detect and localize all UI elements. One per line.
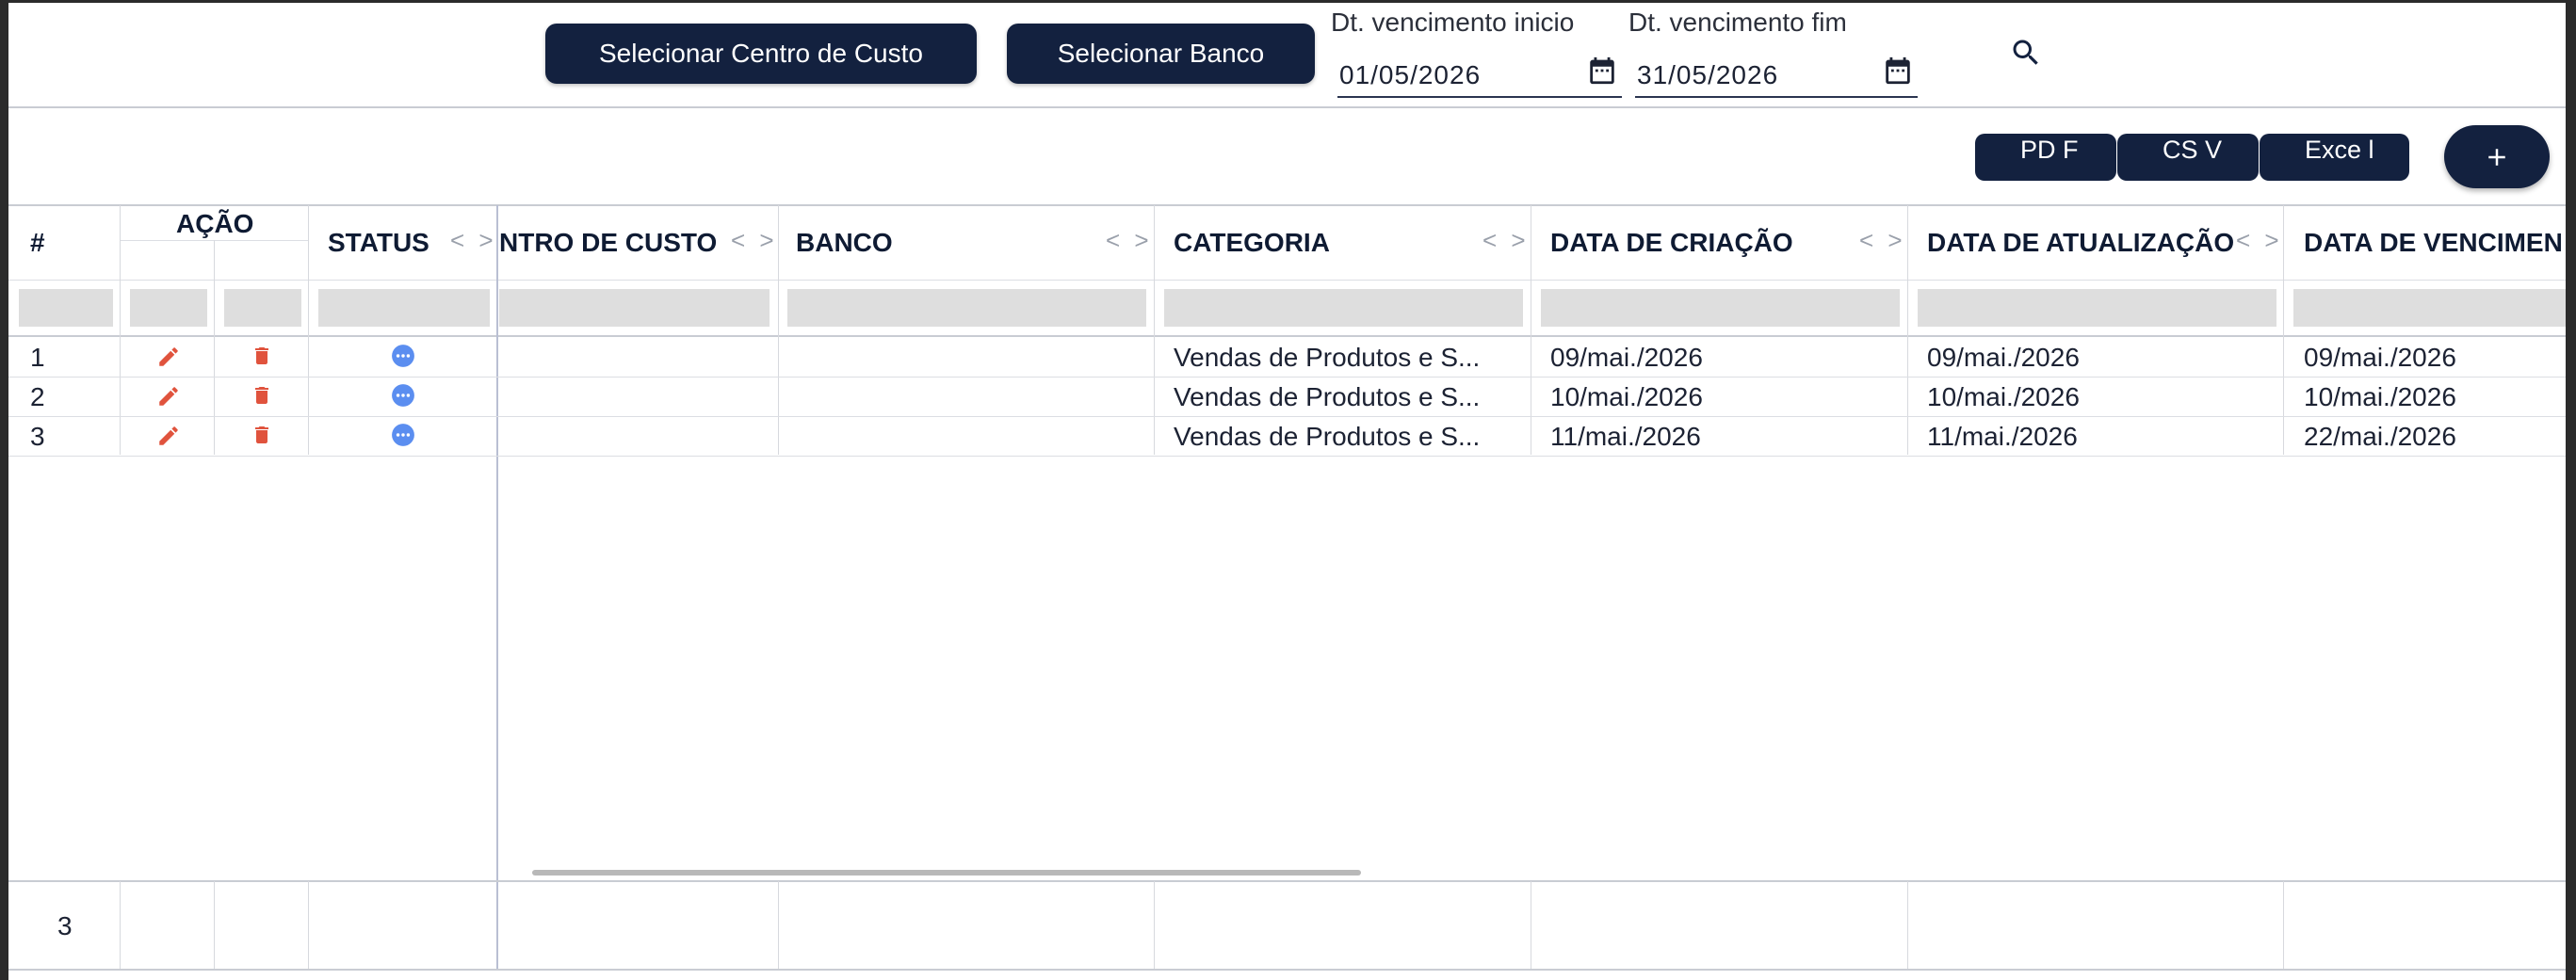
export-csv-button[interactable]: CS V [2117,134,2259,181]
grid-top-border [8,204,2566,206]
header-divider [8,280,2566,281]
row-created-date: 10/mai./2026 [1550,382,1703,411]
column-divider [1907,205,1908,455]
row-due-date: 10/mai./2026 [2304,382,2456,411]
row-index: 3 [30,422,45,451]
edit-icon[interactable] [156,384,181,409]
filter-input-status[interactable] [318,289,490,327]
row-category: Vendas de Produtos e S... [1174,343,1481,372]
filter-input-due-date[interactable] [2293,289,2566,327]
updated-date-sort-handle[interactable]: < > [2236,226,2283,255]
window-border-right [2566,0,2576,980]
add-button[interactable] [2444,125,2550,188]
category-sort-handle[interactable]: < > [1482,226,1530,255]
filter-input-edit[interactable] [130,289,207,327]
due-date-start-label: Dt. vencimento inicio [1331,8,1575,37]
row-category: Vendas de Produtos e S... [1174,422,1481,451]
row-created-date: 09/mai./2026 [1550,343,1703,372]
filter-input-created-date[interactable] [1541,289,1900,327]
row-updated-date: 11/mai./2026 [1927,422,2078,451]
calendar-icon[interactable] [1882,55,1914,87]
filter-input-cost-center[interactable] [499,289,770,327]
footer-divider [120,881,121,970]
more-icon[interactable] [391,344,415,368]
footer-divider [1154,881,1155,970]
pinned-columns-divider [496,205,498,970]
status-sort-handle[interactable]: < > [450,226,497,255]
header-cost-center[interactable]: NTRO DE CUSTO [499,228,725,258]
filter-row-divider [8,335,2566,337]
footer-divider [2283,881,2284,970]
delete-icon[interactable] [251,424,273,446]
select-cost-center-button[interactable]: Selecionar Centro de Custo [545,24,977,84]
more-icon[interactable] [391,423,415,447]
edit-icon[interactable] [156,345,181,369]
footer-divider [778,881,779,970]
header-index: # [30,228,45,257]
footer-row-count: 3 [57,911,73,940]
due-date-end-value: 31/05/2026 [1637,60,1779,89]
row-due-date: 09/mai./2026 [2304,343,2456,372]
calendar-icon[interactable] [1586,55,1618,87]
column-divider [214,240,215,455]
delete-icon[interactable] [251,345,273,367]
column-divider [2283,205,2284,455]
due-date-end-field[interactable]: 31/05/2026 [1635,55,1918,98]
header-due-date[interactable]: DATA DE VENCIMEN [2304,228,2566,258]
row-divider [8,377,2566,378]
created-date-sort-handle[interactable]: < > [1859,226,1906,255]
plus-icon [2488,148,2505,166]
column-divider [778,205,779,455]
footer-top-border [8,880,2566,882]
edit-icon[interactable] [156,424,181,448]
header-updated-date[interactable]: DATA DE ATUALIZAÇÃO [1927,228,2238,258]
bank-sort-handle[interactable]: < > [1106,226,1153,255]
column-divider [120,205,121,455]
due-date-end-label: Dt. vencimento fim [1628,8,1847,37]
row-due-date: 22/mai./2026 [2304,422,2456,451]
header-created-date[interactable]: DATA DE CRIAÇÃO [1550,228,1793,258]
header-bank[interactable]: BANCO [796,228,893,258]
header-action: AÇÃO [176,209,254,238]
due-date-start-value: 01/05/2026 [1339,60,1482,89]
export-excel-button[interactable]: Exce l [2260,134,2409,181]
action-group-divider [121,240,309,241]
header-status[interactable]: STATUS [328,228,429,258]
header-category[interactable]: CATEGORIA [1174,228,1330,258]
footer-divider [1907,881,1908,970]
grid-bottom-border [8,969,2566,971]
more-icon[interactable] [391,383,415,408]
filter-input-bank[interactable] [787,289,1146,327]
filter-input-category[interactable] [1164,289,1523,327]
select-bank-button[interactable]: Selecionar Banco [1007,24,1315,84]
row-index: 2 [30,382,45,411]
window-border-left [0,0,8,980]
row-updated-date: 10/mai./2026 [1927,382,2080,411]
search-icon[interactable] [2009,36,2043,70]
row-category: Vendas de Produtos e S... [1174,382,1481,411]
cost-center-sort-handle[interactable]: < > [731,226,778,255]
footer-divider [214,881,215,970]
row-divider [8,456,2566,457]
app-window: Selecionar Centro de Custo Selecionar Ba… [0,0,2576,980]
column-divider [1154,205,1155,455]
window-border-top [0,0,2576,3]
filter-input-updated-date[interactable] [1918,289,2276,327]
due-date-start-field[interactable]: 01/05/2026 [1337,55,1622,98]
footer-divider [308,881,309,970]
delete-icon[interactable] [251,384,273,407]
horizontal-scrollbar[interactable] [532,870,1361,876]
filter-input-delete[interactable] [224,289,301,327]
row-updated-date: 09/mai./2026 [1927,343,2080,372]
row-created-date: 11/mai./2026 [1550,422,1701,451]
row-index: 1 [30,343,45,372]
export-pdf-button[interactable]: PD F [1975,134,2116,181]
column-divider [308,205,309,455]
filter-input-index[interactable] [19,289,113,327]
row-divider [8,416,2566,417]
filter-bar-divider [8,106,2566,108]
